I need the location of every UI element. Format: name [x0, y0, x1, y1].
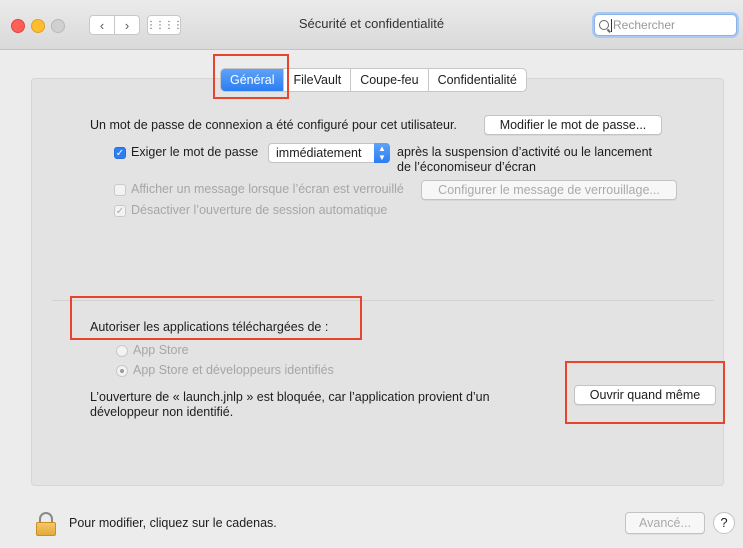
lock-hint-text: Pour modifier, cliquez sur le cadenas. [69, 516, 277, 530]
show-message-label: Afficher un message lorsque l’écran est … [131, 182, 404, 196]
select-arrows-icon: ▲ ▼ [374, 143, 390, 163]
tab-filevault[interactable]: FileVault [283, 69, 350, 91]
checkmark-icon: ✓ [115, 147, 125, 159]
search-placeholder: Rechercher [613, 18, 676, 32]
blocked-app-text-line2: développeur non identifié. [90, 405, 234, 419]
checkmark-icon: ✓ [115, 205, 125, 217]
radio-app-store-label: App Store [133, 343, 189, 357]
highlight-box-general-tab [213, 54, 289, 99]
password-configured-text: Un mot de passe de connexion a été confi… [90, 118, 457, 132]
radio-app-store[interactable] [116, 345, 128, 357]
tab-firewall[interactable]: Coupe-feu [350, 69, 427, 91]
configure-lock-message-button[interactable]: Configurer le message de verrouillage... [421, 180, 677, 200]
title-bar: ‹ › ⋮⋮⋮⋮ Sécurité et confidentialité Rec… [0, 0, 743, 50]
require-password-label: Exiger le mot de passe [131, 145, 259, 159]
padlock-icon [36, 522, 56, 536]
advanced-button[interactable]: Avancé... [625, 512, 705, 534]
highlight-box-allow-apps [70, 296, 362, 340]
general-panel [31, 78, 724, 486]
after-sleep-text-line2: de l’économiseur d’écran [397, 160, 536, 174]
search-input[interactable]: Rechercher [594, 14, 737, 36]
radio-identified-developers-label: App Store et développeurs identifiés [133, 363, 334, 377]
require-password-delay-select[interactable]: immédiatement ▲ ▼ [268, 143, 390, 163]
after-sleep-text: après la suspension d’activité ou le lan… [397, 145, 653, 159]
search-icon [599, 20, 609, 30]
text-cursor [611, 18, 612, 32]
disable-autologin-label: Désactiver l’ouverture de session automa… [131, 203, 388, 217]
change-password-button[interactable]: Modifier le mot de passe... [484, 115, 662, 135]
padlock-button[interactable] [36, 512, 56, 536]
show-message-checkbox[interactable] [114, 184, 126, 196]
blocked-app-text: L’ouverture de « launch.jnlp » est bloqu… [90, 390, 490, 404]
require-password-delay-value: immédiatement [276, 146, 362, 160]
help-button[interactable]: ? [713, 512, 735, 534]
require-password-checkbox[interactable]: ✓ [114, 147, 126, 159]
disable-autologin-checkbox[interactable]: ✓ [114, 205, 126, 217]
highlight-box-open-anyway [565, 361, 725, 424]
radio-identified-developers[interactable] [116, 365, 128, 377]
tab-privacy[interactable]: Confidentialité [427, 69, 526, 91]
